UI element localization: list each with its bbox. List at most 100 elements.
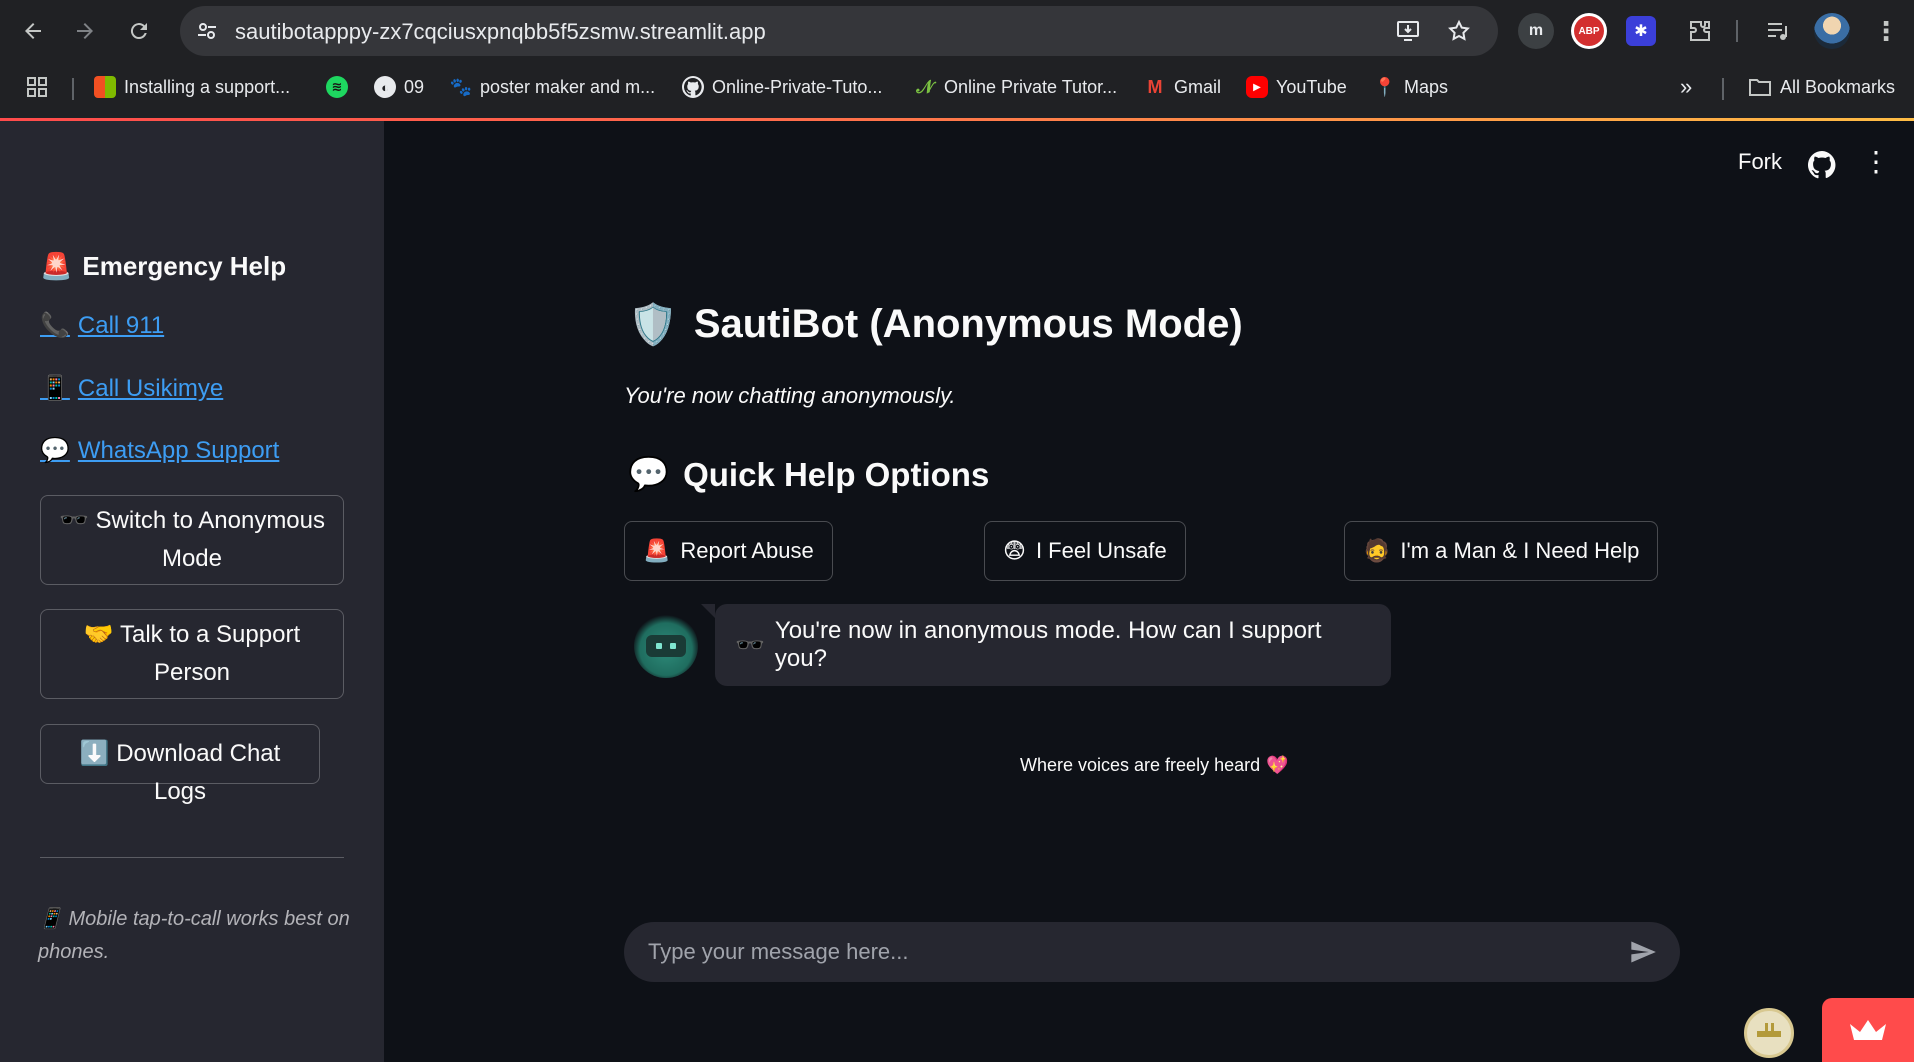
tagline: Where voices are freely heard 💖: [1020, 755, 1289, 776]
bookmark-label: Maps: [1404, 76, 1449, 97]
all-bookmarks-button[interactable]: All Bookmarks: [1748, 72, 1895, 102]
button-label: I Feel Unsafe: [1035, 538, 1167, 563]
github-icon: [682, 76, 704, 98]
bookmark-item[interactable]: M Gmail: [1144, 72, 1222, 102]
quick-help-heading: 💬 Quick Help Options: [628, 455, 989, 494]
bookmark-item[interactable]: 𝒩 Online Private Tutor...: [914, 72, 1117, 102]
address-bar[interactable]: sautibotapppy-zx7cqciusxpnqbb5f5zsmw.str…: [180, 6, 1498, 56]
fork-label: Fork: [1738, 149, 1782, 174]
sidebar-divider: [40, 857, 344, 858]
browser-menu-icon[interactable]: ⋮: [1868, 13, 1904, 49]
site-settings-icon[interactable]: [194, 18, 220, 44]
install-app-icon[interactable]: [1394, 16, 1424, 46]
talk-support-person-button[interactable]: 🤝 Talk to a Support Person: [40, 609, 344, 699]
bookmark-item[interactable]: ◐ 09: [374, 72, 424, 102]
extension-gear-icon[interactable]: ✱: [1626, 16, 1656, 46]
link-label: Call 911: [77, 311, 165, 339]
caption-text: Mobile tap-to-call works best on phones.: [38, 908, 350, 963]
link-label: Call Usikimye: [77, 374, 224, 402]
download-chat-logs-button[interactable]: ⬇️ Download Chat Logs: [40, 724, 320, 805]
spotify-icon: ≋: [326, 76, 348, 98]
siren-icon: 🚨: [40, 251, 73, 281]
toolbar-separator: [1736, 20, 1738, 42]
handshake-icon: 🤝: [83, 621, 114, 648]
adblock-plus-icon[interactable]: ABP: [1571, 13, 1607, 49]
robot-face-icon: [646, 635, 686, 657]
streamlit-crown-icon[interactable]: [1822, 998, 1914, 1062]
apps-grid-icon[interactable]: [26, 72, 48, 102]
profile-avatar-icon[interactable]: [1814, 13, 1850, 49]
phone-icon: 📞: [40, 312, 70, 339]
extension-m-icon[interactable]: m: [1518, 13, 1554, 49]
button-label: Talk to a Support Person: [120, 621, 301, 686]
switch-anonymous-button[interactable]: 🕶️ Switch to Anonymous Mode: [40, 495, 344, 585]
send-icon[interactable]: [1628, 938, 1658, 966]
sidebar: 🚨 Emergency Help 📞 Call 911 📱 Call Usiki…: [0, 121, 384, 1062]
bookmark-star-icon[interactable]: [1444, 16, 1474, 46]
tagline-text: Where voices are freely heard: [1020, 755, 1261, 775]
adblock-label: ABP: [1574, 16, 1604, 46]
app-menu-icon[interactable]: ⋮: [1862, 145, 1890, 178]
bot-message-bubble: 🕶️ You're now in anonymous mode. How can…: [701, 604, 1391, 686]
fearful-face-icon: 😨: [1003, 538, 1026, 563]
page-title: 🛡️ SautiBot (Anonymous Mode): [628, 301, 1243, 348]
button-label: I'm a Man & I Need Help: [1400, 538, 1640, 563]
bookmark-separator: [72, 78, 74, 100]
browser-chrome: sautibotapppy-zx7cqciusxpnqbb5f5zsmw.str…: [0, 0, 1914, 118]
bookmark-item[interactable]: Online-Private-Tuto...: [682, 72, 882, 102]
bookmark-label: Online-Private-Tuto...: [712, 76, 883, 97]
youtube-icon: ▶: [1246, 76, 1268, 98]
sunglasses-icon: 🕶️: [58, 507, 89, 534]
bookmark-item[interactable]: 🐾 poster maker and m...: [450, 72, 655, 102]
feel-unsafe-button[interactable]: 😨 I Feel Unsafe: [984, 521, 1186, 581]
back-button[interactable]: [12, 10, 54, 52]
sidebar-caption: 📱 Mobile tap-to-call works best on phone…: [38, 903, 358, 969]
button-label: Switch to Anonymous Mode: [95, 507, 325, 572]
man-icon: 🧔: [1363, 538, 1391, 563]
bookmark-item[interactable]: ▶ YouTube: [1246, 72, 1347, 102]
man-needs-help-button[interactable]: 🧔 I'm a Man & I Need Help: [1344, 521, 1659, 581]
siren-icon: 🚨: [643, 538, 671, 563]
github-icon[interactable]: [1808, 151, 1836, 179]
report-abuse-button[interactable]: 🚨 Report Abuse: [624, 521, 833, 581]
bookmark-item[interactable]: Installing a support...: [94, 72, 290, 102]
url-text[interactable]: sautibotapppy-zx7cqciusxpnqbb5f5zsmw.str…: [235, 19, 766, 45]
bookmark-separator: [1722, 78, 1724, 100]
bookmark-label: poster maker and m...: [480, 76, 656, 97]
sidebar-heading: 🚨 Emergency Help: [40, 251, 286, 282]
call-911-link[interactable]: 📞 Call 911: [40, 311, 164, 340]
bot-message-text: You're now in anonymous mode. How can I …: [774, 617, 1322, 672]
forward-arrow-icon: [77, 23, 93, 39]
whatsapp-support-link[interactable]: 💬 WhatsApp Support: [40, 436, 279, 465]
heart-icon: 💖: [1266, 755, 1289, 775]
leaf-icon: 𝒩: [916, 76, 934, 97]
reload-icon: [130, 23, 147, 40]
forward-button[interactable]: [64, 10, 106, 52]
browser-toolbar: sautibotapppy-zx7cqciusxpnqbb5f5zsmw.str…: [0, 0, 1914, 62]
folder-icon: [1749, 79, 1771, 96]
fork-button[interactable]: Fork: [1738, 149, 1782, 175]
bookmark-label: Installing a support...: [124, 76, 291, 97]
button-label: Download Chat Logs: [116, 740, 281, 805]
mobile-phone-icon: 📱: [38, 908, 63, 930]
media-controls-icon[interactable]: [1760, 13, 1796, 49]
bookmark-label: 09: [404, 76, 425, 97]
chat-message-input[interactable]: [648, 922, 1608, 982]
mascot-avatar-icon[interactable]: [1744, 1008, 1794, 1058]
sidebar-heading-text: Emergency Help: [82, 251, 287, 281]
bookmark-item[interactable]: 📍 Maps: [1374, 72, 1448, 102]
call-usikimye-link[interactable]: 📱 Call Usikimye: [40, 374, 223, 403]
reload-button[interactable]: [118, 10, 160, 52]
more-bookmarks-chevron-icon[interactable]: »: [1680, 72, 1692, 102]
link-label: WhatsApp Support: [77, 436, 280, 464]
bookmarks-bar: Installing a support... ≋ ◐ 09 🐾 poster …: [0, 64, 1914, 110]
bookmark-item[interactable]: ≋: [326, 72, 356, 102]
quick-help-heading-text: Quick Help Options: [683, 455, 990, 493]
chat-input-container: [624, 922, 1680, 982]
extensions-puzzle-icon[interactable]: [1682, 13, 1718, 49]
globe-icon: ◐: [374, 76, 396, 98]
gmail-icon: M: [1147, 76, 1163, 97]
paw-icon: 🐾: [449, 76, 473, 97]
sunglasses-icon: 🕶️: [735, 631, 765, 659]
button-label: Report Abuse: [680, 538, 814, 563]
